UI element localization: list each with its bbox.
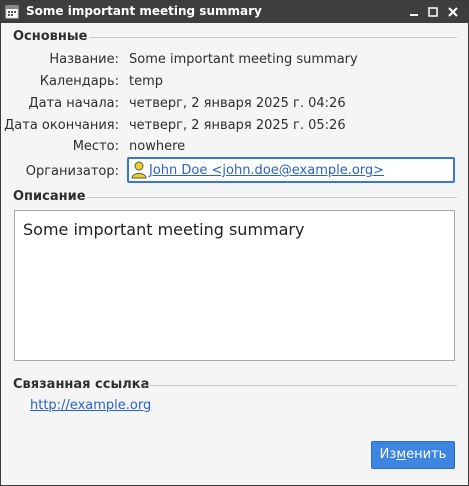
calendar-label: Календарь:	[39, 74, 119, 89]
end-date-label: Дата окончания:	[4, 118, 119, 133]
edit-button[interactable]: Изменить	[371, 441, 455, 469]
section-divider	[89, 37, 457, 38]
edit-label-mnemonic: м	[396, 447, 407, 462]
general-section-header: Основные	[13, 29, 88, 44]
title-label: Название:	[49, 52, 119, 67]
organizer-label: Организатор:	[25, 164, 119, 179]
organizer-link[interactable]: John Doe <john.doe@example.org>	[149, 163, 384, 178]
maximize-icon[interactable]	[426, 5, 440, 19]
edit-label-start: Из	[379, 447, 397, 462]
start-date-value: четверг, 2 января 2025 г. 04:26	[129, 96, 346, 111]
location-value: nowhere	[129, 139, 186, 154]
close-icon[interactable]	[446, 5, 460, 19]
organizer-field[interactable]: John Doe <john.doe@example.org>	[127, 157, 455, 183]
related-link-section-header: Связанная ссылка	[13, 377, 150, 392]
calendar-value: temp	[129, 74, 164, 89]
section-divider	[144, 385, 457, 386]
location-label: Место:	[72, 139, 119, 154]
event-summary-window: Some important meeting summary Основные …	[0, 0, 469, 486]
end-date-value: четверг, 2 января 2025 г. 05:26	[129, 118, 346, 133]
title-bar[interactable]: Some important meeting summary	[1, 1, 468, 23]
start-date-label: Дата начала:	[28, 96, 119, 111]
description-textbox[interactable]: Some important meeting summary	[14, 210, 455, 361]
description-text: Some important meeting summary	[23, 220, 305, 239]
calendar-icon	[5, 5, 19, 19]
minimize-icon[interactable]	[407, 5, 421, 19]
person-icon	[131, 161, 147, 179]
related-link-url[interactable]: http://example.org	[30, 398, 151, 413]
title-value: Some important meeting summary	[129, 52, 358, 67]
section-divider	[87, 197, 457, 198]
edit-label-end: енить	[406, 447, 447, 462]
description-section-header: Описание	[13, 189, 86, 204]
window-title: Some important meeting summary	[26, 4, 262, 18]
